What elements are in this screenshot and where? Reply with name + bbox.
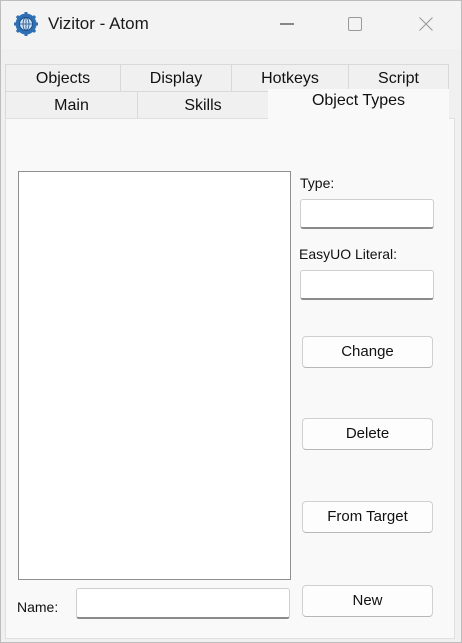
- tab-main-label: Main: [54, 97, 89, 114]
- tab-objects[interactable]: Objects: [5, 64, 121, 91]
- tab-display-label: Display: [149, 70, 203, 87]
- from-target-button[interactable]: From Target: [302, 501, 433, 533]
- easyuo-literal-label: EasyUO Literal:: [299, 246, 398, 262]
- window-title: Vizitor - Atom: [48, 14, 149, 33]
- easyuo-literal-input[interactable]: [300, 270, 434, 300]
- tab-hotkeys[interactable]: Hotkeys: [231, 64, 349, 91]
- delete-button[interactable]: Delete: [302, 418, 433, 450]
- gear-globe-icon: [14, 12, 38, 36]
- title-bar[interactable]: Vizitor - Atom: [1, 1, 461, 49]
- change-button[interactable]: Change: [302, 336, 433, 368]
- tab-display[interactable]: Display: [120, 64, 232, 91]
- tab-object-types-label: Object Types: [311, 92, 406, 109]
- app-window: Vizitor - Atom Objects Display Hotkeys S…: [0, 0, 462, 643]
- maximize-button[interactable]: [332, 1, 378, 47]
- minimize-button[interactable]: [264, 1, 310, 47]
- close-button[interactable]: [403, 1, 449, 47]
- tab-script-label: Script: [378, 70, 419, 87]
- tab-objects-label: Objects: [35, 70, 91, 87]
- tab-skills[interactable]: Skills: [137, 91, 269, 118]
- tab-hotkeys-label: Hotkeys: [261, 70, 319, 87]
- new-button[interactable]: New: [302, 585, 433, 617]
- minimize-icon: [280, 23, 294, 25]
- close-icon: [419, 17, 433, 31]
- object-types-list[interactable]: [18, 171, 291, 580]
- name-label: Name:: [17, 599, 59, 615]
- tab-object-types[interactable]: Object Types: [268, 89, 449, 120]
- tab-skills-label: Skills: [184, 97, 222, 114]
- tab-main[interactable]: Main: [5, 91, 138, 118]
- name-input[interactable]: [76, 588, 290, 619]
- type-input[interactable]: [300, 199, 434, 229]
- tab-script[interactable]: Script: [348, 64, 449, 91]
- maximize-icon: [348, 17, 362, 31]
- type-label: Type:: [300, 175, 335, 191]
